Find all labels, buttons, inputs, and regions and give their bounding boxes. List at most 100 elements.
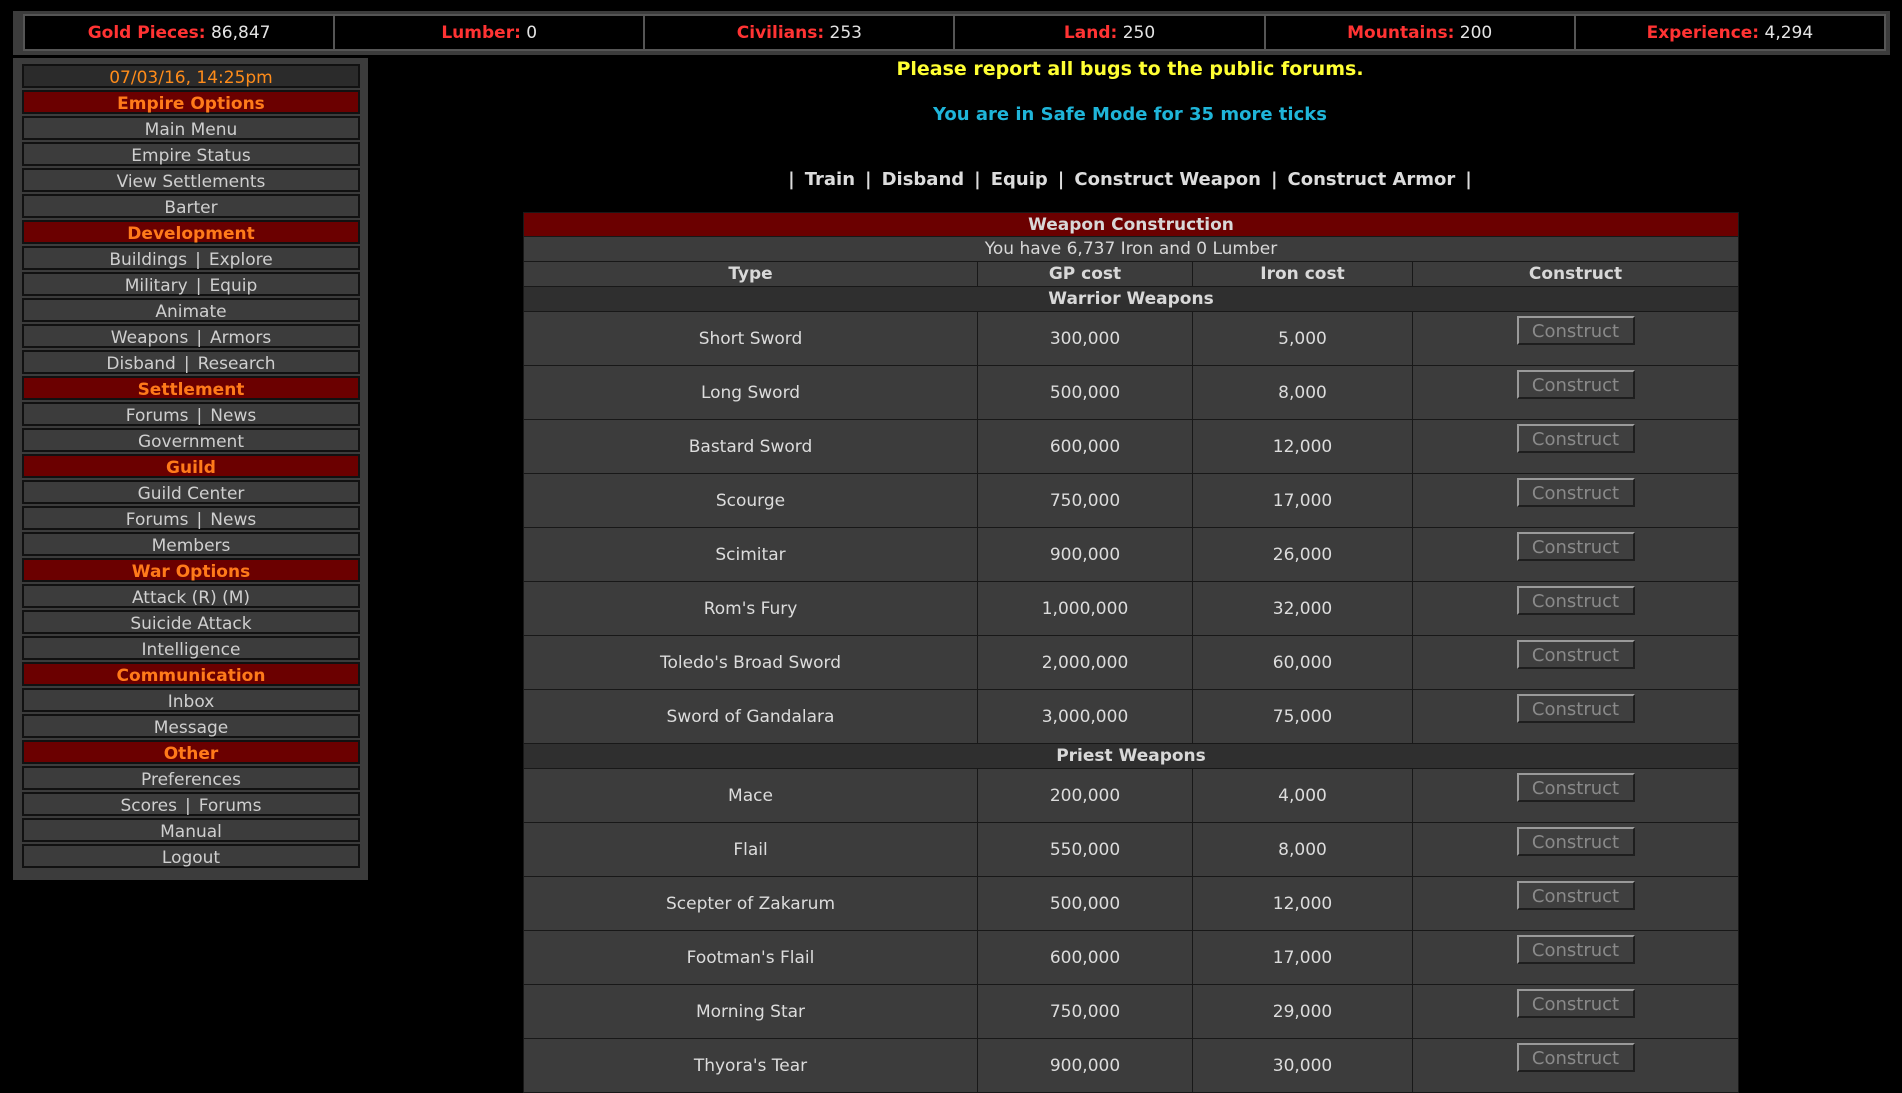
group-header-warrior-weapons: Warrior Weapons bbox=[522, 286, 1740, 312]
column-header-type: Type bbox=[523, 261, 978, 287]
weapon-gp-cost: 2,000,000 bbox=[977, 635, 1193, 690]
weapon-gp-cost: 3,000,000 bbox=[977, 689, 1193, 744]
menu-item-scores[interactable]: Scores bbox=[121, 796, 177, 816]
nav-separator: | bbox=[865, 169, 872, 190]
nav-link-equip[interactable]: Equip bbox=[991, 169, 1048, 190]
menu-header-other: Other bbox=[22, 740, 360, 764]
menu-row-settlement-forums-news: Forums | News bbox=[22, 402, 360, 426]
weapon-type: Rom's Fury bbox=[523, 581, 978, 636]
stat-value: 4,294 bbox=[1764, 22, 1814, 43]
stat-label: Lumber: bbox=[441, 22, 521, 43]
menu-item-barter[interactable]: Barter bbox=[22, 194, 360, 218]
menu-item-main-menu[interactable]: Main Menu bbox=[22, 116, 360, 140]
stat-gold: Gold Pieces: 86,847 bbox=[22, 14, 336, 51]
weapon-iron-cost: 8,000 bbox=[1192, 822, 1413, 877]
menu-item-view-settlements[interactable]: View Settlements bbox=[22, 168, 360, 192]
construct-button[interactable]: Construct bbox=[1516, 424, 1635, 453]
weapon-iron-cost: 12,000 bbox=[1192, 876, 1413, 931]
menu-item-message[interactable]: Message bbox=[22, 714, 360, 738]
menu-separator: | bbox=[183, 354, 190, 374]
construct-button[interactable]: Construct bbox=[1516, 694, 1635, 723]
stat-lumber: Lumber: 0 bbox=[333, 14, 646, 51]
weapon-gp-cost: 750,000 bbox=[977, 984, 1193, 1039]
weapon-type: Footman's Flail bbox=[523, 930, 978, 985]
construct-button[interactable]: Construct bbox=[1516, 532, 1635, 561]
menu-item-guild-forums[interactable]: Forums bbox=[126, 510, 189, 530]
menu-item-guild-center[interactable]: Guild Center bbox=[22, 480, 360, 504]
menu-item-manual[interactable]: Manual bbox=[22, 818, 360, 842]
construct-button[interactable]: Construct bbox=[1516, 370, 1635, 399]
construct-button[interactable]: Construct bbox=[1516, 881, 1635, 910]
construct-button[interactable]: Construct bbox=[1516, 935, 1635, 964]
stat-label: Gold Pieces: bbox=[87, 22, 206, 43]
menu-item-settlement-forums[interactable]: Forums bbox=[126, 406, 189, 426]
menu-item-settlement-news[interactable]: News bbox=[210, 406, 256, 426]
table-row: Footman's Flail 600,000 17,000 Construct bbox=[523, 930, 1740, 985]
column-header-construct: Construct bbox=[1411, 261, 1740, 287]
stat-civilians: Civilians: 253 bbox=[643, 14, 956, 51]
weapon-iron-cost: 60,000 bbox=[1192, 635, 1413, 690]
construct-button[interactable]: Construct bbox=[1516, 827, 1635, 856]
construct-button[interactable]: Construct bbox=[1516, 640, 1635, 669]
weapon-gp-cost: 500,000 bbox=[977, 876, 1193, 931]
menu-item-research[interactable]: Research bbox=[198, 354, 276, 374]
menu-item-intelligence[interactable]: Intelligence bbox=[22, 636, 360, 660]
weapon-construction-table: Weapon Construction You have 6,737 Iron … bbox=[522, 212, 1740, 1093]
menu-item-suicide-attack[interactable]: Suicide Attack bbox=[22, 610, 360, 634]
menu-item-government[interactable]: Government bbox=[22, 428, 360, 452]
menu-item-armors[interactable]: Armors bbox=[210, 328, 271, 348]
construct-button[interactable]: Construct bbox=[1516, 586, 1635, 615]
menu-item-animate[interactable]: Animate bbox=[22, 298, 360, 322]
nav-link-train[interactable]: Train bbox=[805, 169, 855, 190]
nav-link-construct-armor[interactable]: Construct Armor bbox=[1288, 169, 1456, 190]
weapon-gp-cost: 750,000 bbox=[977, 473, 1193, 528]
menu-row-scores-forums: Scores | Forums bbox=[22, 792, 360, 816]
table-row: Rom's Fury 1,000,000 32,000 Construct bbox=[523, 581, 1740, 636]
weapon-iron-cost: 17,000 bbox=[1192, 473, 1413, 528]
weapon-type: Morning Star bbox=[523, 984, 978, 1039]
construct-button[interactable]: Construct bbox=[1516, 989, 1635, 1018]
menu-item-inbox[interactable]: Inbox bbox=[22, 688, 360, 712]
menu-item-preferences[interactable]: Preferences bbox=[22, 766, 360, 790]
weapon-gp-cost: 900,000 bbox=[977, 527, 1193, 582]
menu-item-guild-news[interactable]: News bbox=[210, 510, 256, 530]
weapon-type: Scepter of Zakarum bbox=[523, 876, 978, 931]
menu-item-attack[interactable]: Attack (R) (M) bbox=[22, 584, 360, 608]
menu-item-equip[interactable]: Equip bbox=[209, 276, 257, 296]
construct-button[interactable]: Construct bbox=[1516, 1043, 1635, 1072]
menu-item-empire-status[interactable]: Empire Status bbox=[22, 142, 360, 166]
construct-button[interactable]: Construct bbox=[1516, 478, 1635, 507]
construct-button[interactable]: Construct bbox=[1516, 773, 1635, 802]
safe-mode-notice: You are in Safe Mode for 35 more ticks bbox=[933, 104, 1327, 125]
menu-separator: | bbox=[195, 250, 201, 270]
menu-item-weapons[interactable]: Weapons bbox=[111, 328, 189, 348]
menu-separator: | bbox=[196, 328, 203, 348]
menu-item-disband[interactable]: Disband bbox=[106, 354, 175, 374]
construct-button[interactable]: Construct bbox=[1516, 316, 1635, 345]
nav-link-construct-weapon[interactable]: Construct Weapon bbox=[1074, 169, 1261, 190]
menu-item-explore[interactable]: Explore bbox=[209, 250, 273, 270]
table-row: Scepter of Zakarum 500,000 12,000 Constr… bbox=[523, 876, 1740, 931]
menu-row-disband-research: Disband | Research bbox=[22, 350, 360, 374]
menu-item-members[interactable]: Members bbox=[22, 532, 360, 556]
table-row: Morning Star 750,000 29,000 Construct bbox=[523, 984, 1740, 1039]
resources-available: You have 6,737 Iron and 0 Lumber bbox=[522, 236, 1740, 262]
menu-item-logout[interactable]: Logout bbox=[22, 844, 360, 868]
stat-label: Mountains: bbox=[1347, 22, 1455, 43]
menu-item-other-forums[interactable]: Forums bbox=[199, 796, 262, 816]
resource-stats-bar: Gold Pieces: 86,847 Lumber: 0 Civilians:… bbox=[13, 11, 1890, 55]
weapon-type: Sword of Gandalara bbox=[523, 689, 978, 744]
nav-link-disband[interactable]: Disband bbox=[882, 169, 965, 190]
nav-separator: | bbox=[788, 169, 795, 190]
menu-header-guild: Guild bbox=[22, 454, 360, 478]
stat-value: 253 bbox=[829, 22, 862, 43]
menu-separator: | bbox=[184, 796, 191, 816]
military-nav-links: | Train | Disband | Equip | Construct Weapon | Co… bbox=[370, 169, 1890, 190]
menu-item-military[interactable]: Military bbox=[125, 276, 188, 296]
weapon-type: Long Sword bbox=[523, 365, 978, 420]
menu-item-buildings[interactable]: Buildings bbox=[109, 250, 187, 270]
weapon-gp-cost: 1,000,000 bbox=[977, 581, 1193, 636]
weapon-gp-cost: 600,000 bbox=[977, 419, 1193, 474]
stat-label: Experience: bbox=[1646, 22, 1760, 43]
nav-separator: | bbox=[974, 169, 981, 190]
